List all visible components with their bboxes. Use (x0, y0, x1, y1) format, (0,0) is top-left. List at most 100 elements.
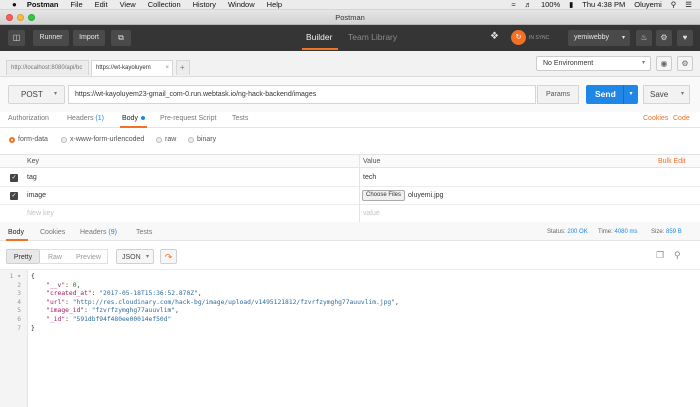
chevron-down-icon: ▾ (145, 254, 149, 260)
row-enabled-checkbox[interactable]: ✓ (10, 174, 18, 182)
manage-environments-gear-icon[interactable]: ⚙ (677, 56, 693, 71)
tab-body-label: Body (122, 115, 138, 122)
request-tab-localhost[interactable]: http://localhost:8080/api/bc (6, 60, 89, 75)
wrap-lines-icon[interactable]: ↷ (160, 249, 177, 264)
runner-button[interactable]: Runner (33, 30, 69, 46)
response-tab-headers[interactable]: Headers (9) (80, 229, 117, 236)
notifications-icon[interactable]: ☰ (685, 0, 692, 9)
chevron-down-icon: ▾ (53, 91, 57, 97)
import-button[interactable]: Import (73, 30, 105, 46)
radio-selected-icon (9, 136, 15, 143)
volume-icon[interactable]: ♬ (524, 0, 532, 9)
response-headers-label: Headers (80, 229, 107, 236)
response-headers-count: (9) (108, 229, 117, 236)
line-number: 1 ▾ (9, 273, 21, 280)
raw-view-button[interactable]: Raw (40, 249, 70, 264)
line-number: 2 (17, 281, 21, 289)
choose-files-button[interactable]: Choose Files (362, 190, 406, 201)
format-select[interactable]: JSON ▾ (116, 249, 154, 264)
environment-quicklook-eye-icon[interactable]: ◉ (656, 56, 672, 71)
radio-raw[interactable]: raw (156, 136, 176, 143)
response-body-code[interactable]: 1 ▾ 2 3 4 5 6 7 { "__v": 0, "created_at": "201… (0, 269, 700, 407)
new-key-input[interactable]: New key (27, 210, 54, 217)
sidebar-toggle-icon[interactable]: ◫ (8, 30, 25, 46)
battery-icon[interactable]: ▮ (569, 0, 573, 9)
request-url-input[interactable]: https://wt-kayoluyem23-gmail_com-0.run.w… (68, 85, 536, 104)
radio-form-data[interactable]: form-data (9, 136, 48, 143)
tab-body[interactable]: Body (122, 115, 145, 122)
environment-selected: No Environment (543, 60, 594, 67)
preview-button[interactable]: Preview (70, 249, 108, 264)
settings-wrench-icon[interactable]: ⚙ (656, 30, 672, 46)
kv-key-input[interactable]: tag (27, 174, 37, 181)
heart-icon[interactable]: ♥ (677, 30, 693, 46)
window-close-icon[interactable] (6, 14, 13, 21)
kv-column-divider (359, 154, 360, 223)
response-tab-cookies[interactable]: Cookies (40, 229, 65, 236)
menu-app[interactable]: Postman (27, 0, 59, 9)
window-zoom-icon[interactable] (28, 14, 35, 21)
user-dropdown[interactable]: yemiwebby ▾ (568, 30, 630, 46)
tab-builder[interactable]: Builder (306, 32, 332, 42)
save-button[interactable]: Save ▾ (643, 85, 690, 104)
row-enabled-checkbox[interactable]: ✓ (10, 192, 18, 200)
radio-binary[interactable]: binary (188, 136, 216, 143)
status-value: 200 OK (567, 229, 588, 235)
new-window-icon[interactable]: ⧉ (111, 30, 131, 46)
response-time: Time: 4080 ms (598, 229, 637, 235)
apple-icon[interactable]: ● (12, 0, 17, 9)
interceptor-icon[interactable]: ❖ (490, 31, 499, 42)
response-tab-tests[interactable]: Tests (136, 229, 152, 236)
new-tab-button[interactable]: + (176, 60, 190, 75)
sync-icon[interactable]: ↻ (511, 30, 526, 45)
send-options-chevron-icon[interactable]: ▾ (623, 85, 638, 104)
radio-unselected-icon (156, 136, 162, 143)
wifi-icon[interactable]: ≈ (511, 0, 515, 9)
search-icon[interactable]: ⚲ (674, 250, 681, 261)
request-tab-label: http://localhost:8080/api/bc (11, 65, 83, 71)
line-number: 4 (17, 298, 21, 306)
tab-prerequest-script[interactable]: Pre-request Script (160, 115, 216, 122)
chevron-down-icon: ▾ (680, 91, 684, 97)
window-minimize-icon[interactable] (17, 14, 24, 21)
menubar-status: ≈ ♬ 100% ▮ Thu 4:38 PM Oluyemi ⚲ ☰ (511, 0, 692, 9)
menu-window[interactable]: Window (228, 0, 255, 9)
menubar-user[interactable]: Oluyemi (634, 0, 662, 9)
tab-headers-count: (1) (95, 115, 104, 122)
menu-collection[interactable]: Collection (148, 0, 181, 9)
code-link[interactable]: Code (673, 115, 690, 122)
spotlight-icon[interactable]: ⚲ (671, 0, 677, 9)
response-tab-body[interactable]: Body (8, 229, 24, 236)
request-tab-webtask[interactable]: https://wt-kayoluyem × (91, 60, 173, 76)
tab-authorization[interactable]: Authorization (8, 115, 49, 122)
menu-edit[interactable]: Edit (95, 0, 108, 9)
environment-select[interactable]: No Environment ▾ (536, 56, 651, 71)
kv-key-input[interactable]: image (27, 192, 46, 199)
clock[interactable]: Thu 4:38 PM (582, 0, 625, 9)
kv-value-input[interactable]: tech (363, 174, 376, 181)
line-number: 3 (17, 290, 21, 298)
window-titlebar: Postman (0, 10, 700, 25)
http-method-select[interactable]: POST ▾ (8, 85, 65, 104)
json-value: "http://res.cloudinary.com/hack-bg/image… (72, 298, 395, 306)
copy-icon[interactable]: ❐ (656, 250, 664, 261)
menu-view[interactable]: View (120, 0, 136, 9)
radio-urlencoded[interactable]: x-www-form-urlencoded (61, 136, 144, 143)
tab-team-library[interactable]: Team Library (348, 32, 397, 42)
new-value-input[interactable]: value (363, 210, 380, 217)
pretty-view-button[interactable]: Pretty (6, 249, 40, 264)
close-tab-icon[interactable]: × (165, 61, 169, 75)
params-button[interactable]: Params (537, 85, 579, 104)
send-button[interactable]: Send ▾ (586, 85, 638, 104)
menu-help[interactable]: Help (267, 0, 282, 9)
bulk-edit-link[interactable]: Bulk Edit (658, 158, 686, 165)
code-line: "url": "http://res.cloudinary.com/hack-b… (46, 298, 399, 306)
code-gutter: 1 ▾ 2 3 4 5 6 7 (0, 270, 28, 407)
notifications-bell-icon[interactable]: ♨ (636, 30, 652, 46)
menu-history[interactable]: History (193, 0, 216, 9)
tab-tests[interactable]: Tests (232, 115, 248, 122)
menu-file[interactable]: File (71, 0, 83, 9)
tab-headers[interactable]: Headers (1) (67, 115, 104, 122)
cookies-link[interactable]: Cookies (643, 115, 668, 122)
selected-file-name: oluyemi.jpg (408, 192, 444, 199)
